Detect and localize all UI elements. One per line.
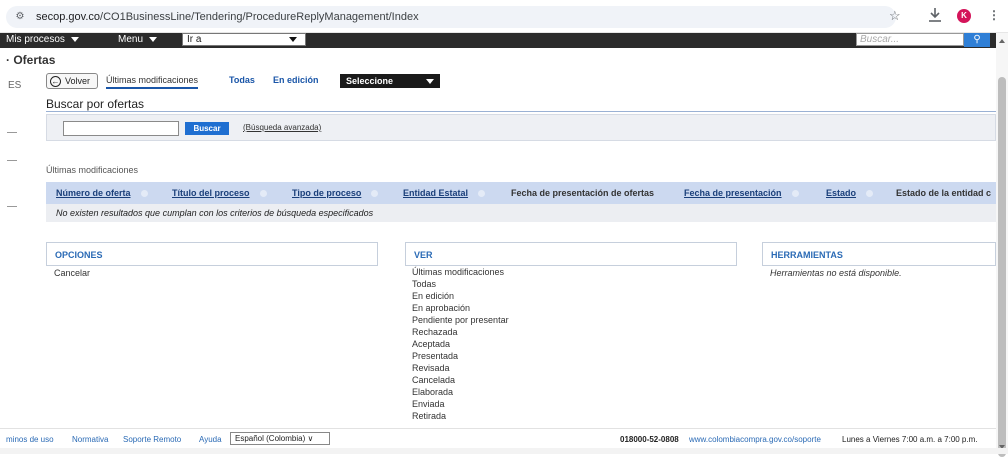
ir-a-select[interactable]: Ir a bbox=[182, 33, 306, 46]
site-settings-icon[interactable]: ⚙ bbox=[13, 10, 27, 24]
herramientas-header: HERRAMIENTAS bbox=[771, 250, 843, 260]
ver-item-en-edicion[interactable]: En edición bbox=[412, 290, 509, 302]
column-estado-entidad: Estado de la entidad c bbox=[896, 188, 992, 198]
sort-icon[interactable] bbox=[140, 190, 148, 198]
url-text[interactable]: secop.gov.co/CO1BusinessLine/Tendering/P… bbox=[36, 10, 419, 24]
browser-toolbar: ⚙ secop.gov.co/CO1BusinessLine/Tendering… bbox=[0, 0, 1008, 33]
column-tipo-proceso[interactable]: Tipo de proceso bbox=[292, 188, 379, 198]
back-arrow-icon: ← bbox=[50, 76, 61, 87]
ver-item-pendiente-por-presentar[interactable]: Pendiente por presentar bbox=[412, 314, 509, 326]
page-title: · Ofertas bbox=[6, 53, 56, 67]
advanced-search-link[interactable]: (Búsqueda avanzada) bbox=[243, 123, 321, 132]
sort-icon[interactable] bbox=[259, 190, 267, 198]
page-scrollbar[interactable] bbox=[996, 33, 1008, 457]
browser-menu-icon[interactable]: ⋮ bbox=[988, 7, 1000, 23]
address-bar[interactable]: ⚙ secop.gov.co/CO1BusinessLine/Tendering… bbox=[6, 6, 896, 28]
page-footer: minos de uso Normativa Soporte Remoto Ay… bbox=[0, 428, 996, 448]
window-bottom-edge bbox=[0, 448, 1008, 454]
buscar-button[interactable]: Buscar bbox=[185, 122, 229, 135]
app-nav-bar: Mis procesos Menu Ir a Buscar... ⚲ bbox=[0, 33, 996, 48]
chevron-down-icon bbox=[426, 79, 434, 84]
ver-item-en-aprobacion[interactable]: En aprobación bbox=[412, 302, 509, 314]
column-fecha-presentacion[interactable]: Fecha de presentación bbox=[684, 188, 799, 198]
download-icon[interactable] bbox=[928, 7, 942, 23]
left-rail-divider bbox=[7, 132, 17, 133]
ver-panel: VER bbox=[405, 242, 737, 266]
left-rail-divider bbox=[7, 160, 17, 161]
language-select[interactable]: Español (Colombia) ∨ bbox=[230, 432, 330, 445]
profile-avatar[interactable]: K bbox=[957, 9, 971, 23]
chevron-down-icon: ∨ bbox=[307, 434, 314, 443]
global-search-input[interactable]: Buscar... bbox=[856, 33, 964, 46]
ver-list: Últimas modificaciones Todas En edición … bbox=[412, 266, 509, 422]
tab-todas[interactable]: Todas bbox=[229, 75, 255, 85]
sort-icon[interactable] bbox=[478, 190, 486, 198]
scrollbar-thumb[interactable] bbox=[998, 77, 1006, 457]
footer-link-terminos[interactable]: minos de uso bbox=[6, 435, 54, 444]
column-estado[interactable]: Estado bbox=[826, 188, 874, 198]
opciones-header: OPCIONES bbox=[55, 250, 103, 260]
offer-search-input[interactable] bbox=[63, 121, 179, 136]
column-fecha-presentacion-ofertas: Fecha de presentación de ofertas bbox=[511, 188, 655, 198]
results-section-label: Últimas modificaciones bbox=[46, 165, 139, 175]
ver-item-ultimas-modificaciones[interactable]: Últimas modificaciones bbox=[412, 266, 509, 278]
opcion-cancelar[interactable]: Cancelar bbox=[54, 268, 90, 278]
search-icon: ⚲ bbox=[973, 34, 981, 45]
footer-link-soporte-remoto[interactable]: Soporte Remoto bbox=[123, 435, 181, 444]
scroll-up-icon[interactable] bbox=[999, 39, 1005, 43]
sort-icon[interactable] bbox=[866, 190, 874, 198]
column-titulo-proceso[interactable]: Título del proceso bbox=[172, 188, 267, 198]
tab-ultimas-modificaciones[interactable]: Últimas modificaciones bbox=[106, 75, 199, 89]
footer-hours: Lunes a Viernes 7:00 a.m. a 7:00 p.m. bbox=[842, 435, 978, 444]
bookmark-star-icon[interactable]: ☆ bbox=[889, 8, 901, 24]
sort-icon[interactable] bbox=[791, 190, 799, 198]
tab-en-edicion[interactable]: En edición bbox=[273, 75, 319, 85]
sort-icon[interactable] bbox=[371, 190, 379, 198]
footer-support-link[interactable]: www.colombiacompra.gov.co/soporte bbox=[689, 435, 821, 444]
ver-item-cancelada[interactable]: Cancelada bbox=[412, 374, 509, 386]
ver-item-elaborada[interactable]: Elaborada bbox=[412, 386, 509, 398]
column-numero-oferta[interactable]: Número de oferta bbox=[56, 188, 148, 198]
ver-item-retirada[interactable]: Retirada bbox=[412, 410, 509, 422]
search-panel: Buscar (Búsqueda avanzada) bbox=[46, 114, 996, 141]
menu-dropdown[interactable]: Menu bbox=[118, 33, 158, 46]
ver-item-presentada[interactable]: Presentada bbox=[412, 350, 509, 362]
chevron-down-icon bbox=[70, 36, 79, 42]
ver-item-todas[interactable]: Todas bbox=[412, 278, 509, 290]
estado-select[interactable]: Seleccione bbox=[340, 74, 440, 88]
footer-phone: 018000-52-0808 bbox=[620, 435, 679, 444]
column-entidad-estatal[interactable]: Entidad Estatal bbox=[403, 188, 486, 198]
chevron-down-icon bbox=[289, 37, 297, 42]
chevron-down-icon bbox=[149, 36, 158, 42]
opciones-panel: OPCIONES bbox=[46, 242, 378, 266]
footer-link-ayuda[interactable]: Ayuda bbox=[199, 435, 222, 444]
herramientas-panel: HERRAMIENTAS bbox=[762, 242, 996, 266]
ver-item-revisada[interactable]: Revisada bbox=[412, 362, 509, 374]
mis-procesos-menu[interactable]: Mis procesos bbox=[6, 33, 79, 46]
ver-item-enviada[interactable]: Enviada bbox=[412, 398, 509, 410]
herramientas-message: Herramientas no está disponible. bbox=[770, 268, 902, 278]
results-table-header: Número de oferta Título del proceso Tipo… bbox=[46, 182, 996, 204]
search-section-title: Buscar por ofertas bbox=[46, 97, 145, 111]
left-rail-divider bbox=[7, 206, 17, 207]
ver-item-rechazada[interactable]: Rechazada bbox=[412, 326, 509, 338]
volver-button[interactable]: ← Volver bbox=[46, 73, 98, 89]
left-rail-lang: ES bbox=[8, 80, 22, 91]
divider bbox=[46, 111, 996, 112]
footer-link-normativa[interactable]: Normativa bbox=[72, 435, 108, 444]
empty-results-message: No existen resultados que cumplan con lo… bbox=[46, 204, 996, 222]
ver-item-aceptada[interactable]: Aceptada bbox=[412, 338, 509, 350]
ver-header: VER bbox=[414, 250, 433, 260]
search-button[interactable]: ⚲ bbox=[964, 33, 990, 47]
